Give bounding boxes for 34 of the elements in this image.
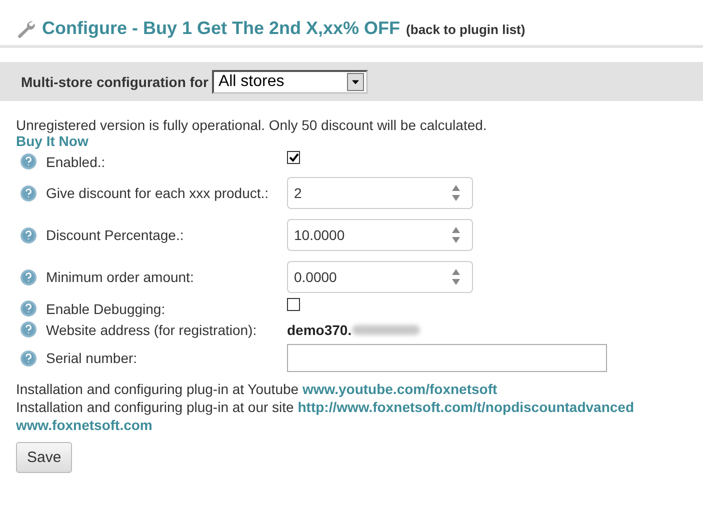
checkbox[interactable]	[287, 298, 300, 311]
help-icon[interactable]	[20, 321, 37, 338]
field-label: Serial number:	[46, 350, 138, 366]
info-text: Installation and configuring plug-in at our site	[16, 399, 294, 415]
help-icon[interactable]	[20, 184, 37, 202]
number-field[interactable]: 10.0000	[287, 219, 473, 251]
field-label: Minimum order amount:	[46, 269, 195, 285]
number-field[interactable]: 2	[287, 177, 473, 209]
buy-link[interactable]: Buy It Now	[16, 133, 703, 149]
help-icon[interactable]	[20, 226, 37, 244]
notice-text: Unregistered version is fully operational. Only 50 discount will be calculated.	[16, 117, 487, 133]
help-icon[interactable]	[20, 300, 37, 317]
number-field[interactable]: 0.0000	[287, 261, 473, 293]
field-label: Discount Percentage.:	[46, 227, 185, 243]
page-title: Configure - Buy 1 Get The 2nd X,xx% OFF	[42, 18, 400, 39]
field-label: Enable Debugging:	[46, 300, 166, 316]
store-label: Multi-store configuration for	[21, 74, 208, 90]
website-address: demo370.	[287, 322, 420, 338]
checkbox[interactable]	[287, 151, 300, 164]
field-label: Enabled.:	[46, 154, 106, 170]
info-text: Installation and configuring plug-in at Youtube	[16, 381, 299, 397]
serial-number-field[interactable]	[287, 344, 607, 372]
help-icon[interactable]	[20, 268, 37, 286]
back-link[interactable]: (back to plugin list)	[406, 22, 526, 37]
field-label: Website address (for registration):	[46, 322, 258, 338]
info-link[interactable]: http://www.foxnetsoft.com/t/nopdiscountadvanced	[298, 399, 634, 415]
wrench-icon	[16, 18, 36, 38]
info-link[interactable]: www.youtube.com/foxnetsoft	[302, 381, 498, 397]
help-icon[interactable]	[20, 153, 37, 170]
save-button[interactable]: Save	[16, 442, 72, 473]
store-select[interactable]: All stores	[212, 70, 368, 94]
help-icon[interactable]	[20, 350, 37, 366]
field-label: Give discount for each xxx product.:	[46, 185, 270, 201]
info-link[interactable]: www.foxnetsoft.com	[16, 417, 152, 433]
